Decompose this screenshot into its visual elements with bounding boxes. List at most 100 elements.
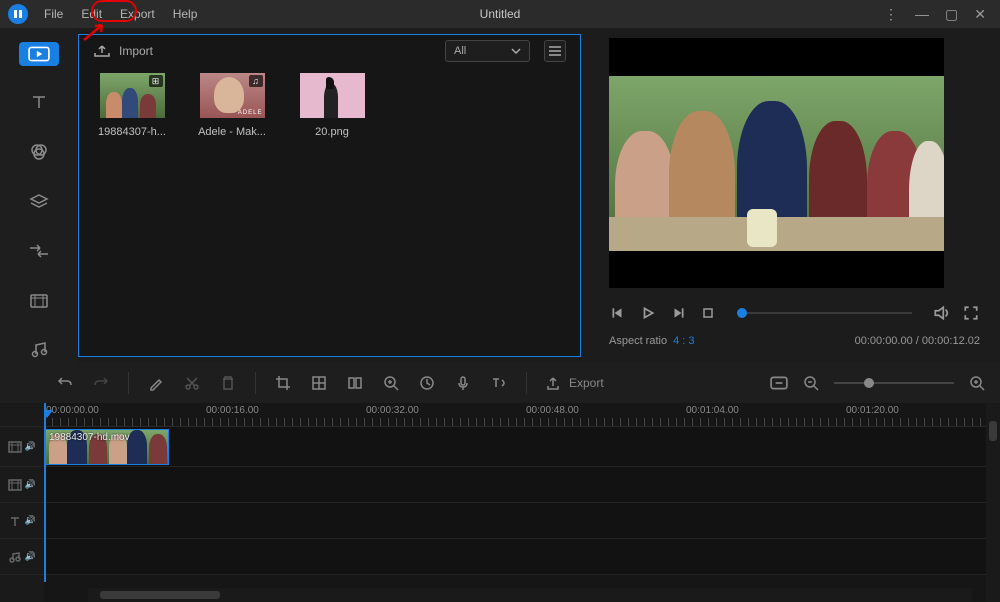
volume-button[interactable] — [932, 304, 950, 322]
progress-handle[interactable] — [737, 308, 747, 318]
ruler-tick: 00:00:32.00 — [366, 405, 419, 416]
crop-button[interactable] — [274, 374, 292, 392]
tool-transitions[interactable] — [21, 238, 57, 264]
document-title: Untitled — [480, 7, 521, 21]
timeline: 🔊 🔊 🔊 🔊 00:00:00.00 00:00:16.00 00:00:32… — [0, 403, 1000, 602]
separator — [128, 372, 129, 394]
preview-progress[interactable] — [737, 312, 912, 314]
timeline-toolbar: Export — [0, 363, 1000, 403]
horizontal-scrollbar[interactable] — [88, 588, 972, 602]
track-header-audio[interactable]: 🔊 — [0, 539, 44, 575]
undo-button[interactable] — [56, 374, 74, 392]
playhead[interactable] — [44, 403, 46, 582]
preview-panel: Aspect ratio 4 : 3 00:00:00.00 / 00:00:1… — [581, 28, 1000, 363]
voiceover-button[interactable] — [454, 374, 472, 392]
media-filter-dropdown[interactable]: All — [445, 40, 530, 62]
media-thumbnails: ⊞ 19884307-h... ADELE ♫ Adele - Mak... — [79, 67, 580, 144]
ruler-header — [0, 403, 44, 427]
freeze-button[interactable] — [346, 374, 364, 392]
text-track[interactable] — [44, 503, 986, 539]
import-icon — [93, 44, 111, 58]
media-item[interactable]: ⊞ 19884307-h... — [97, 73, 167, 138]
fullscreen-button[interactable] — [962, 304, 980, 322]
fit-button[interactable] — [770, 374, 788, 392]
import-label: Import — [119, 44, 153, 58]
view-toggle-button[interactable] — [544, 40, 566, 62]
transport-controls — [609, 296, 980, 330]
preview-frame — [609, 38, 944, 288]
zoom-out-button[interactable] — [802, 374, 820, 392]
menu-help[interactable]: Help — [165, 3, 206, 25]
video-badge-icon: ⊞ — [149, 75, 163, 87]
media-item[interactable]: ADELE ♫ Adele - Mak... — [197, 73, 267, 138]
menu-edit[interactable]: Edit — [73, 3, 110, 25]
stop-button[interactable] — [699, 304, 717, 322]
time-ruler[interactable]: 00:00:00.00 00:00:16.00 00:00:32.00 00:0… — [44, 403, 986, 427]
titlebar: File Edit Export Help Untitled ⋮ — ▢ ✕ — [0, 0, 1000, 28]
track-header-text[interactable]: 🔊 — [0, 503, 44, 539]
audio-badge-icon: ♫ — [249, 75, 263, 87]
clip-label: 19884307-hd.mov — [49, 432, 130, 443]
vertical-scrollbar[interactable] — [986, 403, 1000, 602]
maximize-button[interactable]: ▢ — [945, 6, 958, 23]
close-button[interactable]: ✕ — [974, 6, 986, 23]
ruler-tick: 00:01:20.00 — [846, 405, 899, 416]
thumbnail-image: ⊞ — [100, 73, 165, 118]
time-display: 00:00:00.00 / 00:00:12.02 — [855, 335, 980, 347]
horizontal-scroll-thumb[interactable] — [100, 591, 220, 599]
tool-media[interactable] — [19, 42, 59, 66]
tool-audio[interactable] — [21, 337, 57, 363]
zoom-in-button[interactable] — [968, 374, 986, 392]
track-header-video2[interactable]: 🔊 — [0, 467, 44, 503]
media-item[interactable]: 20.png — [297, 73, 367, 138]
media-item-label: 20.png — [297, 126, 367, 138]
vertical-scroll-thumb[interactable] — [989, 421, 997, 441]
upper-panels: Import All ⊞ 19884307-h... — [0, 28, 1000, 363]
video-track-1[interactable]: 19884307-hd.mov — [44, 427, 986, 467]
import-button[interactable]: Import — [93, 44, 153, 58]
zoom-slider[interactable] — [834, 382, 954, 384]
tool-rail — [0, 28, 78, 363]
menu-bar: File Edit Export Help — [36, 3, 205, 25]
duration-button[interactable] — [418, 374, 436, 392]
tool-filters[interactable] — [21, 139, 57, 165]
app-logo — [8, 4, 28, 24]
next-frame-button[interactable] — [669, 304, 687, 322]
zoom-button[interactable] — [382, 374, 400, 392]
minimize-button[interactable]: — — [915, 6, 929, 23]
tracks-area[interactable]: 00:00:00.00 00:00:16.00 00:00:32.00 00:0… — [44, 403, 986, 602]
aspect-value[interactable]: 4 : 3 — [673, 335, 694, 347]
redo-button[interactable] — [92, 374, 110, 392]
track-header-video[interactable]: 🔊 — [0, 427, 44, 467]
prev-frame-button[interactable] — [609, 304, 627, 322]
tool-elements[interactable] — [21, 288, 57, 314]
media-toolbar: Import All — [79, 35, 580, 67]
list-icon — [548, 45, 562, 57]
track-headers: 🔊 🔊 🔊 🔊 — [0, 403, 44, 602]
cut-button[interactable] — [183, 374, 201, 392]
window-controls: ⋮ — ▢ ✕ — [884, 6, 1000, 23]
tool-overlays[interactable] — [21, 189, 57, 215]
media-filter-value: All — [454, 45, 466, 57]
zoom-slider-handle[interactable] — [864, 378, 874, 388]
ruler-tick: 00:01:04.00 — [686, 405, 739, 416]
more-icon[interactable]: ⋮ — [884, 6, 899, 23]
delete-button[interactable] — [219, 374, 237, 392]
media-item-label: Adele - Mak... — [197, 126, 267, 138]
audio-track[interactable] — [44, 539, 986, 575]
play-button[interactable] — [639, 304, 657, 322]
video-track-2[interactable] — [44, 467, 986, 503]
separator — [526, 372, 527, 394]
ruler-tick: 00:00:00.00 — [46, 405, 99, 416]
edit-button[interactable] — [147, 374, 165, 392]
text-speech-button[interactable] — [490, 374, 508, 392]
menu-export[interactable]: Export — [112, 3, 163, 25]
media-panel: Import All ⊞ 19884307-h... — [78, 34, 581, 357]
tool-text[interactable] — [21, 90, 57, 116]
export-icon — [545, 375, 561, 391]
export-button[interactable]: Export — [545, 375, 604, 391]
mosaic-button[interactable] — [310, 374, 328, 392]
aspect-row: Aspect ratio 4 : 3 00:00:00.00 / 00:00:1… — [609, 330, 980, 352]
timeline-clip[interactable]: 19884307-hd.mov — [44, 429, 169, 465]
menu-file[interactable]: File — [36, 3, 71, 25]
